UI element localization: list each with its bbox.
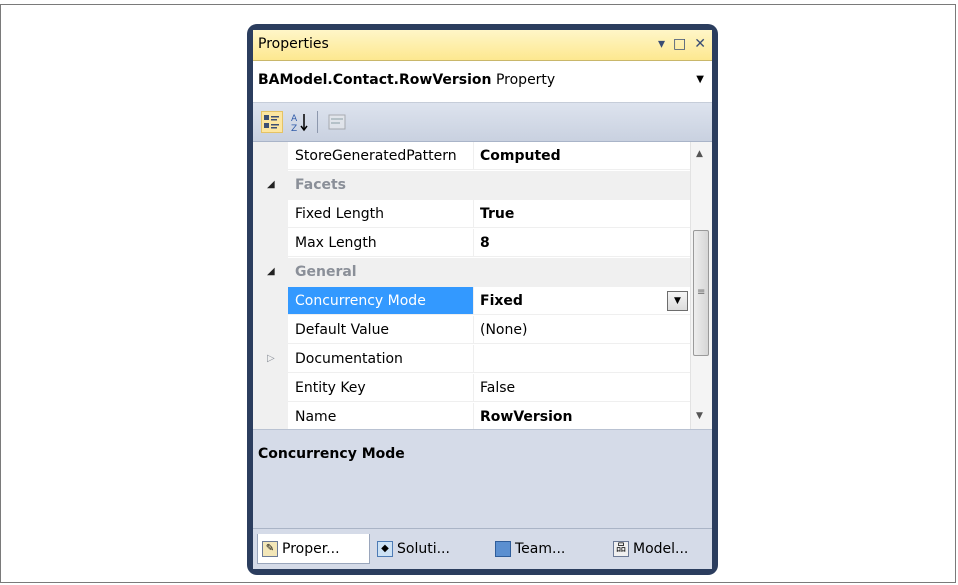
- property-value-text: Computed: [480, 148, 561, 164]
- properties-icon: ✎: [262, 541, 278, 557]
- title-bar[interactable]: Properties ▾ □ ✕: [253, 30, 712, 61]
- tab-label: Proper...: [282, 541, 340, 557]
- description-title: Concurrency Mode: [258, 446, 405, 462]
- window-controls: ▾ □ ✕: [658, 34, 706, 54]
- tab-solution-explorer[interactable]: ◆ Soluti...: [377, 534, 450, 564]
- object-selector[interactable]: BAModel.Contact.RowVersion Property ▼: [253, 61, 712, 103]
- property-value-text: True: [480, 206, 515, 222]
- property-row[interactable]: ▷ Documentation: [253, 345, 691, 374]
- property-value-text: (None): [480, 322, 528, 338]
- row-gutter: ▷: [253, 345, 288, 374]
- row-gutter: [253, 287, 288, 316]
- window-title: Properties: [258, 36, 329, 52]
- property-name: Concurrency Mode: [288, 287, 474, 315]
- property-name: Fixed Length: [288, 200, 474, 228]
- categorized-icon: [264, 115, 279, 129]
- properties-panel: Properties ▾ □ ✕ BAModel.Contact.RowVers…: [253, 30, 712, 569]
- property-row[interactable]: Max Length 8: [253, 229, 691, 258]
- property-name: Default Value: [288, 316, 474, 344]
- scroll-up-icon[interactable]: ▲: [696, 149, 703, 159]
- tab-properties[interactable]: ✎ Proper...: [257, 534, 370, 564]
- description-pane: Concurrency Mode: [253, 430, 712, 528]
- tool-window-tabs: ✎ Proper... ◆ Soluti... Team... 品 Model...: [253, 528, 712, 569]
- row-gutter: [253, 200, 288, 229]
- collapsed-triangle-icon[interactable]: ▷: [267, 353, 275, 364]
- property-value-text: RowVersion: [480, 409, 573, 425]
- categorized-button[interactable]: [261, 111, 283, 133]
- property-value[interactable]: 8: [474, 229, 691, 257]
- category-row[interactable]: ◢ General: [253, 258, 691, 287]
- property-value-text: 8: [480, 235, 490, 251]
- svg-text:A: A: [291, 114, 298, 124]
- property-row[interactable]: Entity Key False: [253, 374, 691, 403]
- tab-label: Model...: [633, 541, 689, 557]
- tab-team-explorer[interactable]: Team...: [495, 534, 565, 564]
- property-pages-button[interactable]: [326, 111, 348, 133]
- alphabetical-icon: A Z: [291, 114, 308, 134]
- property-grid: StoreGeneratedPattern Computed ◢ Facets Fixe…: [253, 142, 712, 430]
- property-name: Entity Key: [288, 374, 474, 402]
- property-value[interactable]: True: [474, 200, 691, 228]
- property-name: Max Length: [288, 229, 474, 257]
- team-explorer-icon: [495, 541, 511, 557]
- property-value[interactable]: Fixed ▼: [474, 287, 691, 315]
- solution-explorer-icon: ◆: [377, 541, 393, 557]
- value-dropdown-icon[interactable]: ▼: [667, 291, 688, 311]
- property-value-text: False: [480, 380, 516, 396]
- property-pages-icon: [328, 114, 346, 130]
- window-position-dropdown-icon[interactable]: ▾: [658, 34, 665, 54]
- property-row[interactable]: Default Value (None): [253, 316, 691, 345]
- property-value[interactable]: False: [474, 374, 691, 402]
- properties-window: Properties ▾ □ ✕ BAModel.Contact.RowVers…: [247, 24, 718, 575]
- property-name: StoreGeneratedPattern: [288, 142, 474, 170]
- expanded-triangle-icon[interactable]: ◢: [267, 179, 275, 190]
- property-value[interactable]: (None): [474, 316, 691, 344]
- alphabetical-button[interactable]: A Z: [289, 111, 311, 134]
- property-value-text: Fixed: [480, 293, 523, 309]
- row-gutter: ◢: [253, 258, 288, 287]
- row-gutter: [253, 229, 288, 258]
- row-gutter: ◢: [253, 171, 288, 200]
- expanded-triangle-icon[interactable]: ◢: [267, 266, 275, 277]
- scroll-down-icon[interactable]: ▼: [696, 411, 703, 421]
- tab-label: Soluti...: [397, 541, 450, 557]
- close-icon[interactable]: ✕: [694, 34, 706, 54]
- property-row[interactable]: Fixed Length True: [253, 200, 691, 229]
- properties-toolbar: A Z: [253, 103, 712, 142]
- property-value[interactable]: Computed: [474, 142, 691, 170]
- grip-icon: ≡: [697, 287, 706, 298]
- dropdown-arrow-icon[interactable]: ▼: [696, 74, 704, 85]
- scrollbar-thumb[interactable]: ≡: [693, 230, 709, 356]
- property-value[interactable]: [474, 345, 691, 373]
- row-gutter: [253, 142, 288, 171]
- row-gutter: [253, 403, 288, 429]
- tab-model-browser[interactable]: 品 Model...: [613, 534, 688, 564]
- selected-object-type: Property: [495, 72, 556, 88]
- property-row[interactable]: Concurrency Mode Fixed ▼: [253, 287, 691, 316]
- property-value[interactable]: RowVersion: [474, 403, 691, 429]
- category-row[interactable]: ◢ Facets: [253, 171, 691, 200]
- object-selector-label: BAModel.Contact.RowVersion Property: [258, 72, 555, 88]
- model-browser-icon: 品: [613, 541, 629, 557]
- property-name: Name: [288, 403, 474, 429]
- tab-label: Team...: [515, 541, 566, 557]
- vertical-scrollbar[interactable]: ▲ ≡ ▼: [690, 142, 712, 429]
- toolbar-separator: [317, 111, 318, 133]
- property-row[interactable]: Name RowVersion: [253, 403, 691, 429]
- row-gutter: [253, 374, 288, 403]
- selected-object-name: BAModel.Contact.RowVersion: [258, 72, 492, 88]
- property-row[interactable]: StoreGeneratedPattern Computed: [253, 142, 691, 171]
- svg-text:Z: Z: [291, 124, 297, 133]
- property-name: Documentation: [288, 345, 474, 373]
- row-gutter: [253, 316, 288, 345]
- maximize-icon[interactable]: □: [673, 34, 686, 54]
- category-label: General: [288, 258, 474, 286]
- category-label: Facets: [288, 171, 474, 199]
